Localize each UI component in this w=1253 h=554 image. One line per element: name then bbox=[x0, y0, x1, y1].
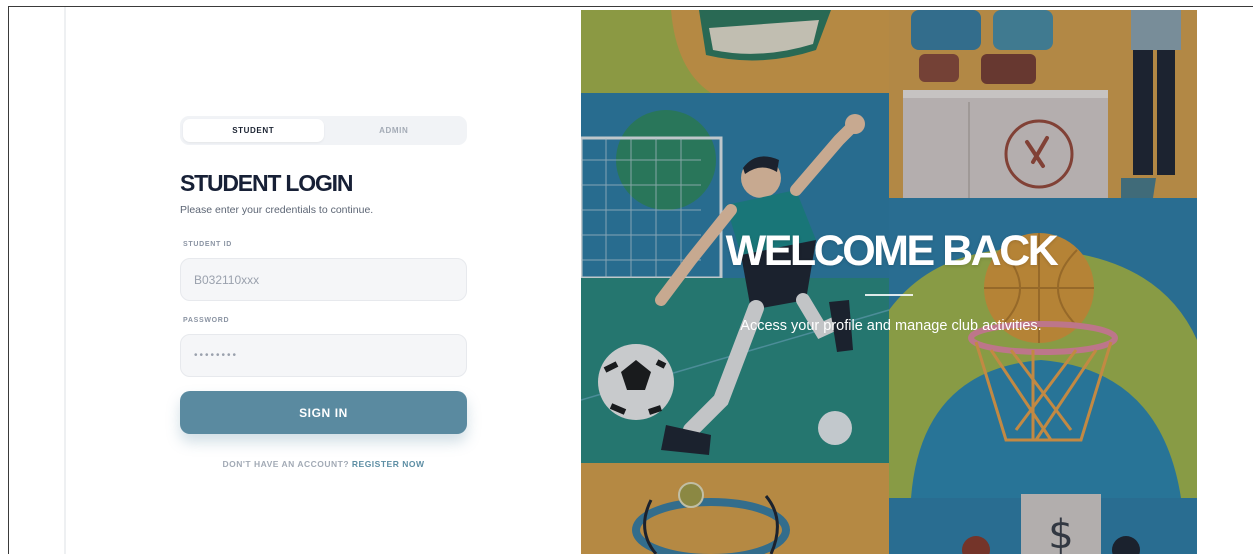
password-label: PASSWORD bbox=[183, 317, 230, 324]
student-id-input[interactable] bbox=[180, 258, 467, 301]
hero-subtitle: Access your profile and manage club acti… bbox=[740, 318, 1042, 334]
window-border-top bbox=[8, 6, 1253, 7]
page-edge bbox=[64, 7, 66, 554]
register-prompt: DON'T HAVE AN ACCOUNT? REGISTER NOW bbox=[180, 459, 467, 469]
page-title: STUDENT LOGIN bbox=[180, 170, 353, 196]
register-prompt-text: DON'T HAVE AN ACCOUNT? bbox=[222, 459, 350, 469]
hero-illustration: $ bbox=[581, 10, 1197, 554]
page-subtitle: Please enter your credentials to continu… bbox=[180, 204, 374, 216]
tab-admin[interactable]: ADMIN bbox=[324, 119, 465, 142]
hero-title: WELCOME BACK bbox=[725, 227, 1059, 275]
register-now-link[interactable]: REGISTER NOW bbox=[352, 459, 425, 469]
password-input[interactable] bbox=[180, 334, 467, 377]
sign-in-button[interactable]: SIGN IN bbox=[180, 391, 467, 434]
hero-divider bbox=[865, 294, 913, 296]
hero-panel: $ WELCOME BACK Access your profile and m… bbox=[581, 10, 1197, 554]
tab-student[interactable]: STUDENT bbox=[183, 119, 324, 142]
role-tabs: STUDENT ADMIN bbox=[180, 116, 467, 145]
student-id-label: STUDENT ID bbox=[183, 241, 232, 248]
window-border-left bbox=[8, 6, 9, 554]
